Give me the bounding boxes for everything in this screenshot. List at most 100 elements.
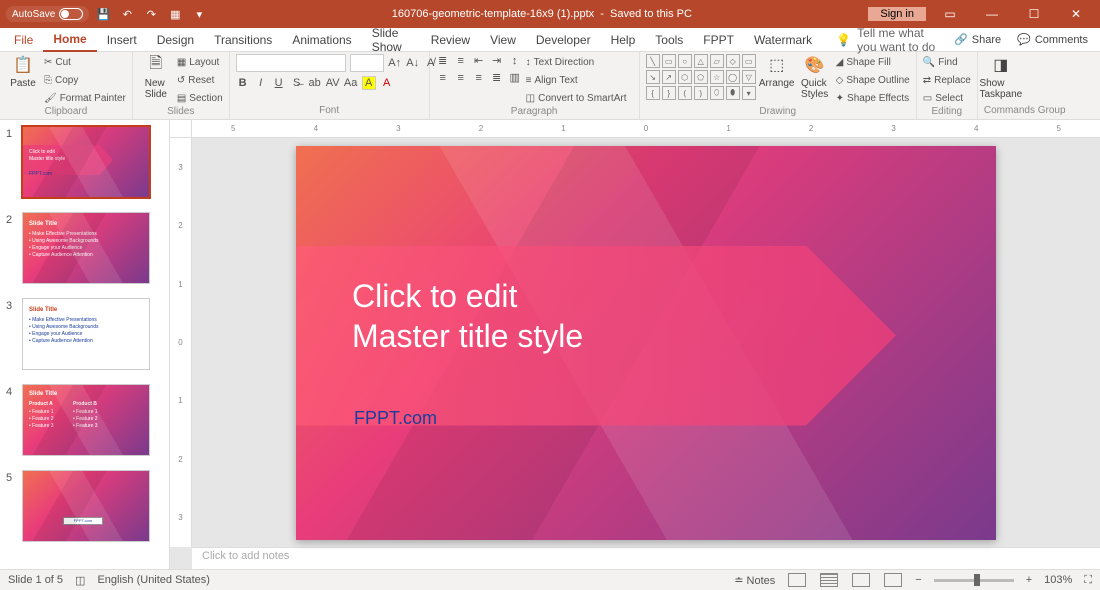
slideshow-view-button[interactable] <box>884 573 902 587</box>
qat-more-icon[interactable]: ▾ <box>189 4 209 24</box>
quick-styles-button[interactable]: 🎨Quick Styles <box>798 54 832 100</box>
show-taskpane-button[interactable]: ◨Show Taskpane <box>984 54 1018 100</box>
justify-button[interactable]: ≣ <box>490 71 504 84</box>
slide-sorter-button[interactable] <box>820 573 838 587</box>
reset-button[interactable]: ↺Reset <box>177 72 223 88</box>
char-spacing-button[interactable]: AV <box>326 77 340 89</box>
tab-home[interactable]: Home <box>43 28 96 52</box>
decrease-indent-button[interactable]: ⇤ <box>472 54 486 67</box>
maximize-icon[interactable]: ☐ <box>1016 4 1052 24</box>
increase-font-icon[interactable]: A↑ <box>388 57 402 69</box>
tab-design[interactable]: Design <box>147 28 204 52</box>
notes-pane[interactable]: Click to add notes <box>192 547 1100 569</box>
new-slide-button[interactable]: 🗎New Slide <box>139 54 173 100</box>
autosave-toggle[interactable]: AutoSave <box>6 6 89 22</box>
align-center-button[interactable]: ≡ <box>454 72 468 84</box>
font-size-select[interactable] <box>350 54 384 72</box>
select-button[interactable]: ▭Select <box>923 90 971 106</box>
align-left-button[interactable]: ≡ <box>436 72 450 84</box>
vertical-ruler[interactable]: 3210123 <box>170 138 192 547</box>
decrease-font-icon[interactable]: A↓ <box>406 57 420 69</box>
tab-view[interactable]: View <box>480 28 526 52</box>
tab-tools[interactable]: Tools <box>645 28 693 52</box>
tab-watermark[interactable]: Watermark <box>744 28 822 52</box>
slide-counter[interactable]: Slide 1 of 5 <box>8 574 63 586</box>
align-text-button[interactable]: ≡Align Text <box>526 72 627 88</box>
share-button[interactable]: 🔗Share <box>946 33 1009 46</box>
tell-me-search[interactable]: 💡 Tell me what you want to do <box>836 26 946 54</box>
reading-view-button[interactable] <box>852 573 870 587</box>
tab-help[interactable]: Help <box>601 28 646 52</box>
language-status[interactable]: English (United States) <box>97 574 210 586</box>
ribbon-display-icon[interactable]: ▭ <box>932 4 968 24</box>
italic-button[interactable]: I <box>254 77 268 89</box>
ruler-tick: 1 <box>170 372 191 430</box>
sign-in-button[interactable]: Sign in <box>868 7 926 21</box>
tab-animations[interactable]: Animations <box>282 28 361 52</box>
strikethrough-button[interactable]: S̶ <box>290 77 304 89</box>
shape-fill-button[interactable]: ◢Shape Fill <box>836 54 910 70</box>
close-icon[interactable]: ✕ <box>1058 4 1094 24</box>
undo-icon[interactable]: ↶ <box>117 4 137 24</box>
tab-slideshow[interactable]: Slide Show <box>362 28 421 52</box>
shadow-button[interactable]: ab <box>308 77 322 89</box>
increase-indent-button[interactable]: ⇥ <box>490 54 504 67</box>
zoom-slider[interactable] <box>934 579 1014 582</box>
font-highlight-button[interactable]: A <box>362 76 376 90</box>
tab-review[interactable]: Review <box>421 28 480 52</box>
shape-outline-button[interactable]: ◇Shape Outline <box>836 72 910 88</box>
line-spacing-button[interactable]: ↕ <box>508 55 522 67</box>
tab-developer[interactable]: Developer <box>526 28 601 52</box>
bold-button[interactable]: B <box>236 77 250 89</box>
shape-effects-button[interactable]: ✦Shape Effects <box>836 90 910 106</box>
tab-transitions[interactable]: Transitions <box>204 28 282 52</box>
accessibility-icon[interactable]: ◫ <box>75 574 85 587</box>
format-painter-button[interactable]: 🖌Format Painter <box>44 90 126 106</box>
minimize-icon[interactable]: — <box>974 4 1010 24</box>
text-direction-button[interactable]: ↕Text Direction <box>526 54 627 70</box>
subtitle-placeholder[interactable]: FPPT.com <box>354 408 437 429</box>
zoom-out-button[interactable]: − <box>915 574 921 586</box>
font-family-select[interactable] <box>236 54 346 72</box>
slide-canvas[interactable]: Click to edit Master title style FPPT.co… <box>296 146 996 540</box>
replace-button[interactable]: ⇄Replace <box>923 72 971 88</box>
notes-button[interactable]: ≐ Notes <box>734 574 775 587</box>
comments-button[interactable]: 💬Comments <box>1009 33 1096 46</box>
bullets-button[interactable]: ≣ <box>436 54 450 67</box>
font-color-button[interactable]: A <box>380 77 394 89</box>
convert-smartart-button[interactable]: ◫Convert to SmartArt <box>526 90 627 106</box>
thumb-2[interactable]: 2 Slide Title• Make Effective Presentati… <box>6 212 159 284</box>
arrange-button[interactable]: ⬚Arrange <box>760 54 794 89</box>
tab-fppt[interactable]: FPPT <box>693 28 744 52</box>
zoom-level[interactable]: 103% <box>1044 574 1072 586</box>
thumb-3[interactable]: 3 Slide Title• Make Effective Presentati… <box>6 298 159 370</box>
thumb-1[interactable]: 1 Click to editMaster title styleFPPT.co… <box>6 126 159 198</box>
thumb-5[interactable]: 5 FPPT.com <box>6 470 159 542</box>
title-placeholder[interactable]: Click to edit Master title style <box>352 276 583 356</box>
section-button[interactable]: ▤Section <box>177 90 223 106</box>
find-button[interactable]: 🔍Find <box>923 54 971 70</box>
canvas-area[interactable]: Click to edit Master title style FPPT.co… <box>192 138 1100 547</box>
start-from-beginning-icon[interactable]: ▦ <box>165 4 185 24</box>
redo-icon[interactable]: ↷ <box>141 4 161 24</box>
horizontal-ruler[interactable]: 54321012345 <box>192 120 1100 138</box>
fit-to-window-button[interactable]: ⛶ <box>1084 574 1092 587</box>
save-icon[interactable]: 💾 <box>93 4 113 24</box>
numbering-button[interactable]: ≡ <box>454 55 468 67</box>
change-case-button[interactable]: Aa <box>344 77 358 89</box>
thumb-4[interactable]: 4 Slide TitleProduct AProduct B• Feature… <box>6 384 159 456</box>
columns-button[interactable]: ▥ <box>508 71 522 84</box>
shapes-gallery[interactable]: ╲▭○△▱◇▭ ↘↗⬡⬠☆◯▽ {}()⬯⬮▾ <box>646 54 756 100</box>
slide-thumbnails[interactable]: 1 Click to editMaster title styleFPPT.co… <box>0 120 170 569</box>
tab-insert[interactable]: Insert <box>97 28 147 52</box>
paste-button[interactable]: 📋Paste <box>6 54 40 89</box>
normal-view-button[interactable] <box>788 573 806 587</box>
layout-button[interactable]: ▦Layout <box>177 54 223 70</box>
underline-button[interactable]: U <box>272 77 286 89</box>
align-right-button[interactable]: ≡ <box>472 72 486 84</box>
tab-file[interactable]: File <box>4 28 43 52</box>
group-editing: 🔍Find ⇄Replace ▭Select Editing <box>917 52 978 119</box>
zoom-in-button[interactable]: + <box>1026 574 1032 586</box>
cut-button[interactable]: ✂Cut <box>44 54 126 70</box>
copy-button[interactable]: ⎘Copy <box>44 72 126 88</box>
